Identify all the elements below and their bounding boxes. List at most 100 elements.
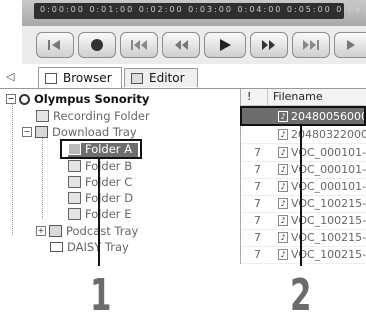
tab-editor-label: Editor <box>149 71 185 85</box>
tree-item-folder-b[interactable]: Folder B <box>68 158 132 174</box>
tree-guide-line <box>42 135 43 219</box>
file-row-name: VOC_100215-0 <box>291 197 366 210</box>
file-row-number: 7 <box>254 248 261 261</box>
window-icon <box>45 72 57 84</box>
transport-controls <box>22 26 366 64</box>
tree-item-olympus-sonority[interactable]: − Olympus Sonority <box>6 91 149 107</box>
file-row[interactable]: 7 ♪ VOC_000101-0 <box>241 161 366 179</box>
tree-item-folder-a[interactable]: Folder A <box>68 141 132 157</box>
audio-file-icon: ♪ <box>278 164 288 175</box>
collapse-icon[interactable]: − <box>6 94 16 104</box>
file-row-name: VOC_000101-0 <box>291 146 366 159</box>
file-row[interactable]: 7 ♪ VOC_100215-0 <box>241 246 366 264</box>
file-row-name: VOC_000101-0 <box>291 180 366 193</box>
file-row[interactable]: 7 ♪ VOC_000101-0 <box>241 144 366 162</box>
tree-item-label: Olympus Sonority <box>34 92 150 106</box>
audio-file-icon: ♪ <box>278 198 288 209</box>
record-icon <box>91 39 103 51</box>
file-row-name: VOC_100215-0 <box>291 214 366 227</box>
audio-file-icon: ♪ <box>278 232 288 243</box>
file-row[interactable]: 7 ♪ VOC_000101-0 <box>241 178 366 196</box>
fast-forward-icon <box>262 40 275 50</box>
tree-item-label: Folder E <box>85 207 132 221</box>
file-row[interactable]: 7 ♪ VOC_100215-0 <box>241 195 366 213</box>
timeline-bar[interactable]: 0:00:00 0:01:00 0:02:00 0:03:00 0:04:00 … <box>34 3 366 19</box>
expand-icon[interactable]: + <box>36 226 46 236</box>
tree-item-label: Folder A <box>85 142 133 156</box>
folder-icon <box>68 192 81 204</box>
callout-number-1: 1 <box>90 270 112 321</box>
next-button[interactable] <box>292 32 330 58</box>
player-header: 0:00:00 0:01:00 0:02:00 0:03:00 0:04:00 … <box>22 0 366 27</box>
recorder-icon <box>36 110 49 122</box>
disc-icon <box>19 93 30 105</box>
rewind-icon <box>175 40 188 50</box>
play-icon <box>220 39 231 51</box>
audio-file-icon: ♪ <box>278 147 288 158</box>
tray-icon <box>35 126 48 138</box>
file-row-number: 7 <box>254 197 261 210</box>
timeline-labels: 0:00:00 0:01:00 0:02:00 0:03:00 0:04:00 … <box>40 5 366 14</box>
skip-start-icon <box>48 40 60 50</box>
file-row-name: VOC_100215-0 <box>291 231 366 244</box>
column-divider <box>267 89 268 105</box>
file-row-name: 204803220000 <box>291 128 366 141</box>
file-row[interactable]: 7 ♪ VOC_100215-0 <box>241 229 366 247</box>
audio-file-icon: ♪ <box>278 215 288 226</box>
file-row-number: 7 <box>254 231 261 244</box>
column-filename-header[interactable]: Filename <box>273 90 323 103</box>
folder-icon <box>68 143 81 155</box>
callout-number-2: 2 <box>290 270 312 321</box>
tree-item-download-tray[interactable]: − Download Tray <box>22 124 137 140</box>
folder-icon <box>68 160 81 172</box>
tab-bar: ◁ Browser Editor <box>0 66 366 89</box>
file-row-name: VOC_000101-0 <box>291 163 366 176</box>
file-row-number: 7 <box>254 146 261 159</box>
folder-icon <box>68 176 81 188</box>
next-icon <box>303 40 319 50</box>
tree-guide-line <box>12 101 13 235</box>
skip-end-icon <box>346 40 355 50</box>
tree-item-label: Download Tray <box>52 125 137 139</box>
previous-icon <box>131 40 147 50</box>
file-row[interactable]: 7 ♪ VOC_100215-0 <box>241 212 366 230</box>
fast-forward-button[interactable] <box>250 32 288 58</box>
tab-scroll-left-icon[interactable]: ◁ <box>6 70 14 83</box>
file-row[interactable]: ♪ 204803220000 <box>241 126 366 144</box>
column-flag-header[interactable]: ! <box>247 90 251 103</box>
previous-button[interactable] <box>120 32 158 58</box>
skip-start-button[interactable] <box>36 32 74 58</box>
tree-item-daisy-tray[interactable]: DAISY Tray <box>50 239 129 255</box>
file-row-number: 7 <box>254 163 261 176</box>
tab-browser-label: Browser <box>63 71 112 85</box>
tree-item-label: Podcast Tray <box>66 224 139 238</box>
collapse-icon[interactable]: − <box>22 127 32 137</box>
file-row-number: 7 <box>254 214 261 227</box>
callout-line-2 <box>300 126 302 266</box>
audio-file-icon: ♪ <box>278 181 288 192</box>
audio-file-icon: ♪ <box>278 249 288 260</box>
tray-icon <box>49 225 62 237</box>
book-icon <box>50 242 63 252</box>
tree-item-folder-c[interactable]: Folder C <box>68 174 132 190</box>
play-button[interactable] <box>204 32 246 58</box>
tree-item-label: Folder D <box>85 191 134 205</box>
image-icon <box>131 72 143 84</box>
file-list-header: ! Filename <box>241 89 366 106</box>
tree-item-podcast-tray[interactable]: + Podcast Tray <box>36 223 138 239</box>
tab-browser[interactable]: Browser <box>38 67 122 88</box>
folder-tree: − Olympus Sonority Recording Folder − Do… <box>0 89 241 264</box>
file-row-number: 7 <box>254 180 261 193</box>
audio-file-icon: ♪ <box>278 129 288 140</box>
tree-item-folder-d[interactable]: Folder D <box>68 190 133 206</box>
rewind-button[interactable] <box>162 32 200 58</box>
callout-line-1 <box>98 159 100 266</box>
record-button[interactable] <box>78 32 116 58</box>
tree-item-recording-folder[interactable]: Recording Folder <box>36 108 150 124</box>
tree-item-label: Folder C <box>85 175 133 189</box>
file-row-name: VOC_100215-0 <box>291 248 366 261</box>
callout-box-2 <box>240 106 366 126</box>
tab-editor[interactable]: Editor <box>124 68 198 87</box>
tree-item-label: Folder B <box>85 159 133 173</box>
skip-end-button[interactable] <box>334 32 366 58</box>
